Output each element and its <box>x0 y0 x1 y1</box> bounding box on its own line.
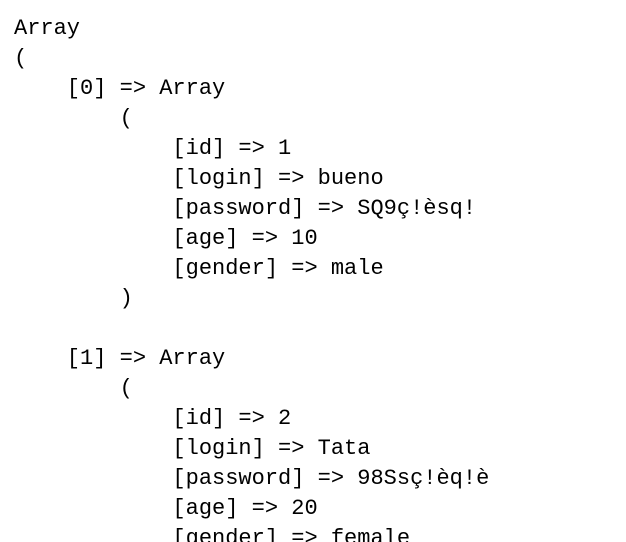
dump-line-index-1: [1] => Array <box>14 346 226 371</box>
dump-line-index-0: [0] => Array <box>14 76 226 101</box>
dump-line-paren-open: ( <box>14 46 28 71</box>
dump-line-item0-gender: [gender] => male <box>14 256 384 281</box>
dump-line-item1-gender: [gender] => female <box>14 526 411 542</box>
dump-line-item0-login: [login] => bueno <box>14 166 384 191</box>
dump-line-item1-id: [id] => 2 <box>14 406 292 431</box>
dump-line-blank <box>14 314 489 344</box>
dump-line-item1-password: [password] => 98Ssç!èq!è <box>14 466 490 491</box>
dump-line-item0-id: [id] => 1 <box>14 136 292 161</box>
dump-line-item1-login: [login] => Tata <box>14 436 371 461</box>
dump-line-item0-paren-open: ( <box>14 106 133 131</box>
output-viewport: Array ( [0] => Array ( [id] => 1 [login] … <box>0 0 626 542</box>
array-dump-output: Array ( [0] => Array ( [id] => 1 [login] … <box>14 14 489 542</box>
dump-line-item0-age: [age] => 10 <box>14 226 318 251</box>
dump-line-item1-paren-open: ( <box>14 376 133 401</box>
dump-line-item1-age: [age] => 20 <box>14 496 318 521</box>
dump-line-array-open: Array <box>14 16 81 41</box>
dump-line-item0-password: [password] => SQ9ç!èsq! <box>14 196 477 221</box>
dump-line-item0-paren-close: ) <box>14 286 133 311</box>
